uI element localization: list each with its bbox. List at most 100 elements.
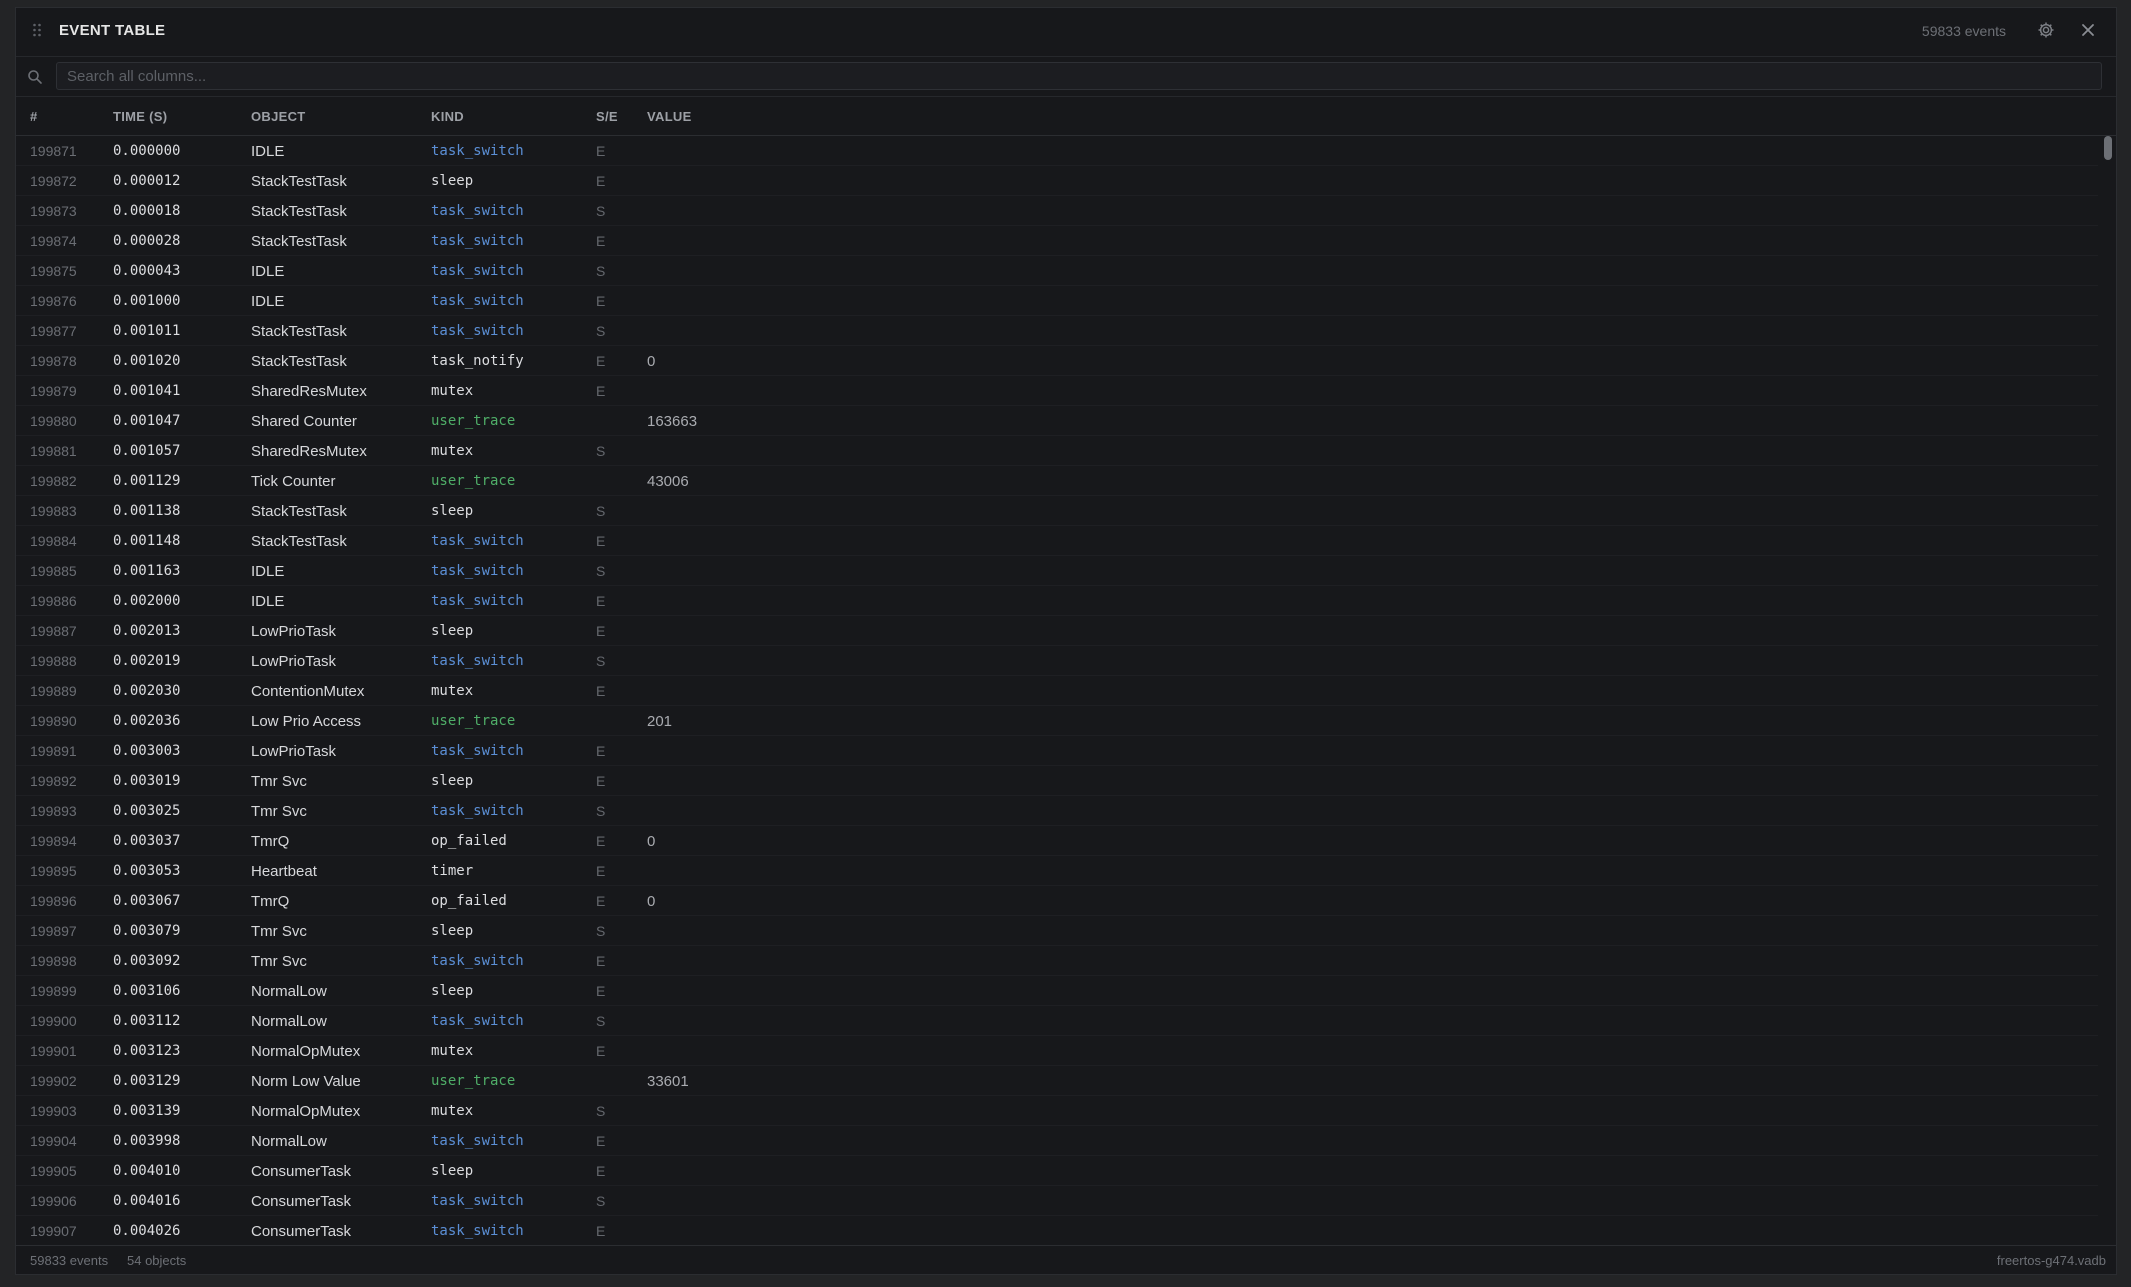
row-kind: task_switch <box>431 533 524 549</box>
row-object: LowPrioTask <box>251 623 337 640</box>
row-index: 199871 <box>30 143 77 159</box>
row-value: 33601 <box>647 1073 689 1090</box>
table-row[interactable]: 199897 0.003079 Tmr Svc sleep S <box>16 916 2098 946</box>
row-object: Tmr Svc <box>251 803 307 820</box>
table-row[interactable]: 199895 0.003053 Heartbeat timer E <box>16 856 2098 886</box>
row-object: TmrQ <box>251 833 290 850</box>
column-header-object[interactable]: OBJECT <box>251 109 306 124</box>
row-kind: task_switch <box>431 203 524 219</box>
row-time: 0.004026 <box>113 1223 181 1239</box>
row-object: NormalLow <box>251 1133 327 1150</box>
table-row[interactable]: 199886 0.002000 IDLE task_switch E <box>16 586 2098 616</box>
row-time: 0.001047 <box>113 413 181 429</box>
scrollbar-thumb[interactable] <box>2104 136 2112 160</box>
column-header-value[interactable]: VALUE <box>647 109 692 124</box>
row-object: LowPrioTask <box>251 743 337 760</box>
row-time: 0.003123 <box>113 1043 181 1059</box>
table-row[interactable]: 199873 0.000018 StackTestTask task_switch S <box>16 196 2098 226</box>
row-start-end: E <box>596 173 606 189</box>
table-row[interactable]: 199883 0.001138 StackTestTask sleep S <box>16 496 2098 526</box>
table-row[interactable]: 199896 0.003067 TmrQ op_failed E 0 <box>16 886 2098 916</box>
row-kind: sleep <box>431 503 474 519</box>
table-row[interactable]: 199898 0.003092 Tmr Svc task_switch E <box>16 946 2098 976</box>
table-row[interactable]: 199888 0.002019 LowPrioTask task_switch S <box>16 646 2098 676</box>
close-icon[interactable] <box>2078 20 2098 40</box>
row-time: 0.003092 <box>113 953 181 969</box>
table-row[interactable]: 199892 0.003019 Tmr Svc sleep E <box>16 766 2098 796</box>
table-row[interactable]: 199884 0.001148 StackTestTask task_switch E <box>16 526 2098 556</box>
column-header-index[interactable]: # <box>30 109 38 124</box>
row-time: 0.001020 <box>113 353 181 369</box>
table-row[interactable]: 199902 0.003129 Norm Low Value user_trace 33… <box>16 1066 2098 1096</box>
column-header-se[interactable]: S/E <box>596 109 618 124</box>
row-start-end: S <box>596 563 606 579</box>
row-object: NormalOpMutex <box>251 1043 361 1060</box>
row-object: IDLE <box>251 293 285 310</box>
row-time: 0.002019 <box>113 653 181 669</box>
row-start-end: E <box>596 623 606 639</box>
row-object: Heartbeat <box>251 863 317 880</box>
table-row[interactable]: 199905 0.004010 ConsumerTask sleep E <box>16 1156 2098 1186</box>
table-row[interactable]: 199890 0.002036 Low Prio Access user_trace 2… <box>16 706 2098 736</box>
table-row[interactable]: 199882 0.001129 Tick Counter user_trace 4300… <box>16 466 2098 496</box>
table-row[interactable]: 199874 0.000028 StackTestTask task_switch E <box>16 226 2098 256</box>
search-input[interactable] <box>56 62 2102 90</box>
table-row[interactable]: 199899 0.003106 NormalLow sleep E <box>16 976 2098 1006</box>
row-time: 0.000043 <box>113 263 181 279</box>
gear-icon[interactable] <box>2036 20 2056 40</box>
table-row[interactable]: 199900 0.003112 NormalLow task_switch S <box>16 1006 2098 1036</box>
table-row[interactable]: 199901 0.003123 NormalOpMutex mutex E <box>16 1036 2098 1066</box>
row-index: 199879 <box>30 383 77 399</box>
row-kind: task_switch <box>431 563 524 579</box>
event-table-panel: EVENT TABLE 59833 events # TIME (S) OBJE… <box>15 7 2117 1275</box>
row-object: NormalLow <box>251 1013 327 1030</box>
table-row[interactable]: 199871 0.000000 IDLE task_switch E <box>16 136 2098 166</box>
row-object: StackTestTask <box>251 233 347 250</box>
column-header-kind[interactable]: KIND <box>431 109 464 124</box>
row-object: IDLE <box>251 593 285 610</box>
table-row[interactable]: 199894 0.003037 TmrQ op_failed E 0 <box>16 826 2098 856</box>
row-time: 0.000028 <box>113 233 181 249</box>
table-row[interactable]: 199903 0.003139 NormalOpMutex mutex S <box>16 1096 2098 1126</box>
table-row[interactable]: 199881 0.001057 SharedResMutex mutex S <box>16 436 2098 466</box>
row-time: 0.001000 <box>113 293 181 309</box>
row-time: 0.004010 <box>113 1163 181 1179</box>
status-bar: 59833 events 54 objects freertos-g474.va… <box>16 1245 2116 1274</box>
table-row[interactable]: 199880 0.001047 Shared Counter user_trace 16… <box>16 406 2098 436</box>
vertical-scrollbar[interactable] <box>2104 136 2112 1246</box>
table-row[interactable]: 199885 0.001163 IDLE task_switch S <box>16 556 2098 586</box>
row-start-end: E <box>596 293 606 309</box>
table-row[interactable]: 199906 0.004016 ConsumerTask task_switch S <box>16 1186 2098 1216</box>
table-row[interactable]: 199887 0.002013 LowPrioTask sleep E <box>16 616 2098 646</box>
table-row[interactable]: 199877 0.001011 StackTestTask task_switch S <box>16 316 2098 346</box>
table-row[interactable]: 199878 0.001020 StackTestTask task_notify E 0 <box>16 346 2098 376</box>
row-start-end: S <box>596 923 606 939</box>
footer-event-count: 59833 events <box>30 1253 109 1268</box>
row-time: 0.001041 <box>113 383 181 399</box>
row-kind: sleep <box>431 1163 474 1179</box>
table-row[interactable]: 199889 0.002030 ContentionMutex mutex E <box>16 676 2098 706</box>
row-value: 0 <box>647 893 656 910</box>
row-index: 199873 <box>30 203 77 219</box>
table-row[interactable]: 199879 0.001041 SharedResMutex mutex E <box>16 376 2098 406</box>
row-index: 199898 <box>30 953 77 969</box>
table-row[interactable]: 199907 0.004026 ConsumerTask task_switch E <box>16 1216 2098 1246</box>
row-kind: task_switch <box>431 653 524 669</box>
row-index: 199904 <box>30 1133 77 1149</box>
column-header-time[interactable]: TIME (S) <box>113 109 167 124</box>
table-row[interactable]: 199891 0.003003 LowPrioTask task_switch E <box>16 736 2098 766</box>
row-kind: mutex <box>431 383 474 399</box>
table-row[interactable]: 199876 0.001000 IDLE task_switch E <box>16 286 2098 316</box>
row-time: 0.003112 <box>113 1013 181 1029</box>
row-object: NormalLow <box>251 983 327 1000</box>
drag-handle-icon[interactable] <box>32 22 42 38</box>
row-index: 199885 <box>30 563 77 579</box>
panel-header: EVENT TABLE 59833 events <box>16 8 2116 57</box>
table-row[interactable]: 199875 0.000043 IDLE task_switch S <box>16 256 2098 286</box>
row-start-end: E <box>596 773 606 789</box>
row-kind: mutex <box>431 443 474 459</box>
table-row[interactable]: 199904 0.003998 NormalLow task_switch E <box>16 1126 2098 1156</box>
table-row[interactable]: 199893 0.003025 Tmr Svc task_switch S <box>16 796 2098 826</box>
table-row[interactable]: 199872 0.000012 StackTestTask sleep E <box>16 166 2098 196</box>
row-object: IDLE <box>251 263 285 280</box>
